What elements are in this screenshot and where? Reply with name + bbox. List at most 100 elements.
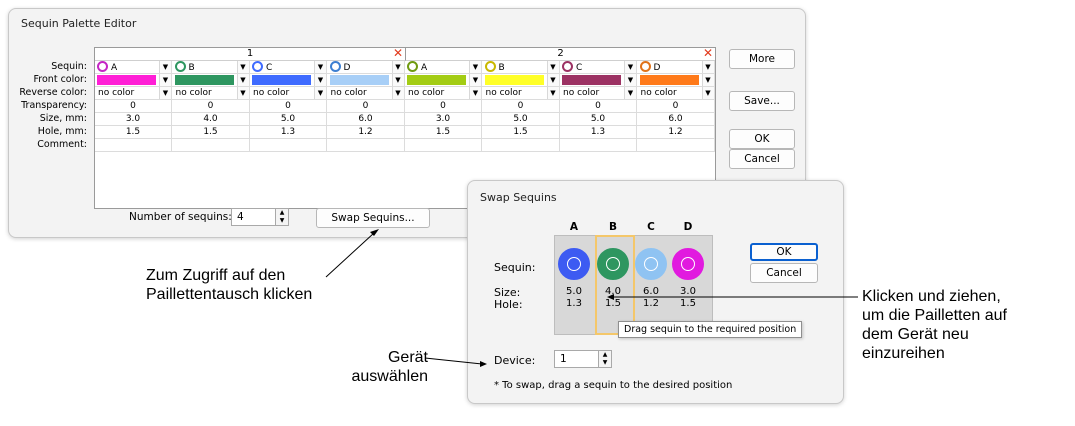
device-stepper[interactable]: 1 ▲ ▼ bbox=[554, 350, 612, 368]
dropdown-arrow-icon[interactable]: ▼ bbox=[236, 87, 249, 99]
reverse-color-value[interactable]: no color bbox=[408, 87, 444, 99]
reverse-color-value[interactable]: no color bbox=[641, 87, 677, 99]
dropdown-arrow-icon[interactable]: ▼ bbox=[236, 74, 249, 86]
size-cell[interactable]: 3.0 bbox=[405, 113, 482, 125]
reverse-color-value[interactable]: no color bbox=[486, 87, 522, 99]
dropdown-arrow-icon[interactable]: ▼ bbox=[546, 74, 559, 86]
size-cell[interactable]: 6.0 bbox=[328, 113, 405, 125]
dropdown-arrow-icon[interactable]: ▼ bbox=[701, 74, 714, 86]
dropdown-arrow-icon[interactable]: ▼ bbox=[159, 61, 171, 73]
dropdown-arrow-icon[interactable]: ▼ bbox=[701, 61, 714, 73]
size-cell[interactable]: 5.0 bbox=[483, 113, 560, 125]
size-cell[interactable]: 3.0 bbox=[95, 113, 172, 125]
front-color-swatch[interactable] bbox=[174, 75, 234, 85]
swap-sequin-d-icon[interactable] bbox=[672, 248, 704, 280]
front-color-swatch[interactable] bbox=[639, 75, 699, 85]
reverse-color-value[interactable]: no color bbox=[563, 87, 599, 99]
comment-cell[interactable] bbox=[560, 139, 637, 151]
dropdown-arrow-icon[interactable]: ▼ bbox=[159, 87, 171, 99]
sequin-select[interactable]: C bbox=[562, 61, 582, 73]
sequin-select[interactable]: D bbox=[639, 61, 660, 73]
sequin-select[interactable]: B bbox=[174, 61, 195, 73]
hole-cell[interactable]: 1.2 bbox=[638, 126, 715, 138]
transparency-cell[interactable]: 0 bbox=[638, 100, 715, 112]
sequin-select[interactable]: B bbox=[484, 61, 505, 73]
transparency-cell[interactable]: 0 bbox=[560, 100, 637, 112]
close-group-2-icon[interactable]: ✕ bbox=[703, 47, 713, 60]
front-color-swatch[interactable] bbox=[97, 75, 156, 85]
reverse-color-value[interactable]: no color bbox=[253, 87, 289, 99]
dropdown-arrow-icon[interactable]: ▼ bbox=[469, 74, 481, 86]
comment-cell[interactable] bbox=[483, 139, 560, 151]
device-stepper-arrows-icon[interactable]: ▲ ▼ bbox=[598, 351, 611, 367]
dropdown-arrow-icon[interactable]: ▼ bbox=[314, 61, 326, 73]
front-color-swatch[interactable] bbox=[329, 75, 389, 85]
dropdown-arrow-icon[interactable]: ▼ bbox=[469, 61, 481, 73]
dropdown-arrow-icon[interactable]: ▼ bbox=[624, 74, 636, 86]
comment-cell[interactable] bbox=[95, 139, 172, 151]
swap-sequin-a-icon[interactable] bbox=[558, 248, 590, 280]
hole-cell[interactable]: 1.3 bbox=[250, 126, 327, 138]
swap-sequin-b-icon[interactable] bbox=[597, 248, 629, 280]
size-cell[interactable]: 6.0 bbox=[638, 113, 715, 125]
dropdown-arrow-icon[interactable]: ▼ bbox=[314, 74, 326, 86]
swap-sequins-button[interactable]: Swap Sequins... bbox=[316, 208, 430, 228]
hole-cell[interactable]: 1.3 bbox=[560, 126, 637, 138]
dropdown-arrow-icon[interactable]: ▼ bbox=[624, 61, 636, 73]
swap-sequin-c-icon[interactable] bbox=[635, 248, 667, 280]
front-color-cell: ▼ bbox=[560, 74, 637, 86]
dropdown-arrow-icon[interactable]: ▼ bbox=[391, 74, 404, 86]
hole-cell[interactable]: 1.5 bbox=[405, 126, 482, 138]
dropdown-arrow-icon[interactable]: ▼ bbox=[624, 87, 636, 99]
save-button[interactable]: Save... bbox=[729, 91, 795, 111]
more-button[interactable]: More bbox=[729, 49, 795, 69]
transparency-cell[interactable]: 0 bbox=[483, 100, 560, 112]
sequin-select[interactable]: C bbox=[252, 61, 272, 73]
sequin-select[interactable]: A bbox=[97, 61, 117, 73]
front-color-swatch[interactable] bbox=[562, 75, 621, 85]
dropdown-arrow-icon[interactable]: ▼ bbox=[391, 61, 404, 73]
swap-cancel-button[interactable]: Cancel bbox=[750, 263, 818, 283]
dropdown-arrow-icon[interactable]: ▼ bbox=[546, 61, 559, 73]
transparency-cell[interactable]: 0 bbox=[95, 100, 172, 112]
size-cell[interactable]: 5.0 bbox=[250, 113, 327, 125]
transparency-label: Transparency: bbox=[21, 100, 87, 111]
number-of-sequins-stepper[interactable]: 4 ▲ ▼ bbox=[231, 208, 289, 226]
comment-cell[interactable] bbox=[328, 139, 405, 151]
hole-cell[interactable]: 1.5 bbox=[173, 126, 250, 138]
sequin-select[interactable]: D bbox=[329, 61, 350, 73]
reverse-color-value[interactable]: no color bbox=[98, 87, 134, 99]
ok-button[interactable]: OK bbox=[729, 129, 795, 149]
size-cell[interactable]: 4.0 bbox=[173, 113, 250, 125]
sequin-ring-icon bbox=[484, 61, 496, 72]
sequin-select[interactable]: A bbox=[407, 61, 427, 73]
comment-cell[interactable] bbox=[250, 139, 327, 151]
hole-cell[interactable]: 1.5 bbox=[95, 126, 172, 138]
comment-cell[interactable] bbox=[638, 139, 715, 151]
hole-cell[interactable]: 1.2 bbox=[328, 126, 405, 138]
dropdown-arrow-icon[interactable]: ▼ bbox=[546, 87, 559, 99]
size-cell[interactable]: 5.0 bbox=[560, 113, 637, 125]
swap-ok-button[interactable]: OK bbox=[750, 243, 818, 261]
reverse-color-value[interactable]: no color bbox=[331, 87, 367, 99]
hole-cell[interactable]: 1.5 bbox=[483, 126, 560, 138]
stepper-arrows-icon[interactable]: ▲ ▼ bbox=[275, 209, 288, 225]
front-color-swatch[interactable] bbox=[484, 75, 544, 85]
close-group-1-icon[interactable]: ✕ bbox=[393, 47, 403, 60]
dropdown-arrow-icon[interactable]: ▼ bbox=[236, 61, 249, 73]
comment-cell[interactable] bbox=[173, 139, 250, 151]
dropdown-arrow-icon[interactable]: ▼ bbox=[391, 87, 404, 99]
comment-cell[interactable] bbox=[405, 139, 482, 151]
transparency-cell[interactable]: 0 bbox=[328, 100, 405, 112]
dropdown-arrow-icon[interactable]: ▼ bbox=[159, 74, 171, 86]
transparency-cell[interactable]: 0 bbox=[405, 100, 482, 112]
cancel-button[interactable]: Cancel bbox=[729, 149, 795, 169]
reverse-color-value[interactable]: no color bbox=[176, 87, 212, 99]
dropdown-arrow-icon[interactable]: ▼ bbox=[314, 87, 326, 99]
dropdown-arrow-icon[interactable]: ▼ bbox=[469, 87, 481, 99]
front-color-swatch[interactable] bbox=[407, 75, 466, 85]
transparency-cell[interactable]: 0 bbox=[250, 100, 327, 112]
transparency-cell[interactable]: 0 bbox=[173, 100, 250, 112]
dropdown-arrow-icon[interactable]: ▼ bbox=[701, 87, 714, 99]
front-color-swatch[interactable] bbox=[252, 75, 311, 85]
